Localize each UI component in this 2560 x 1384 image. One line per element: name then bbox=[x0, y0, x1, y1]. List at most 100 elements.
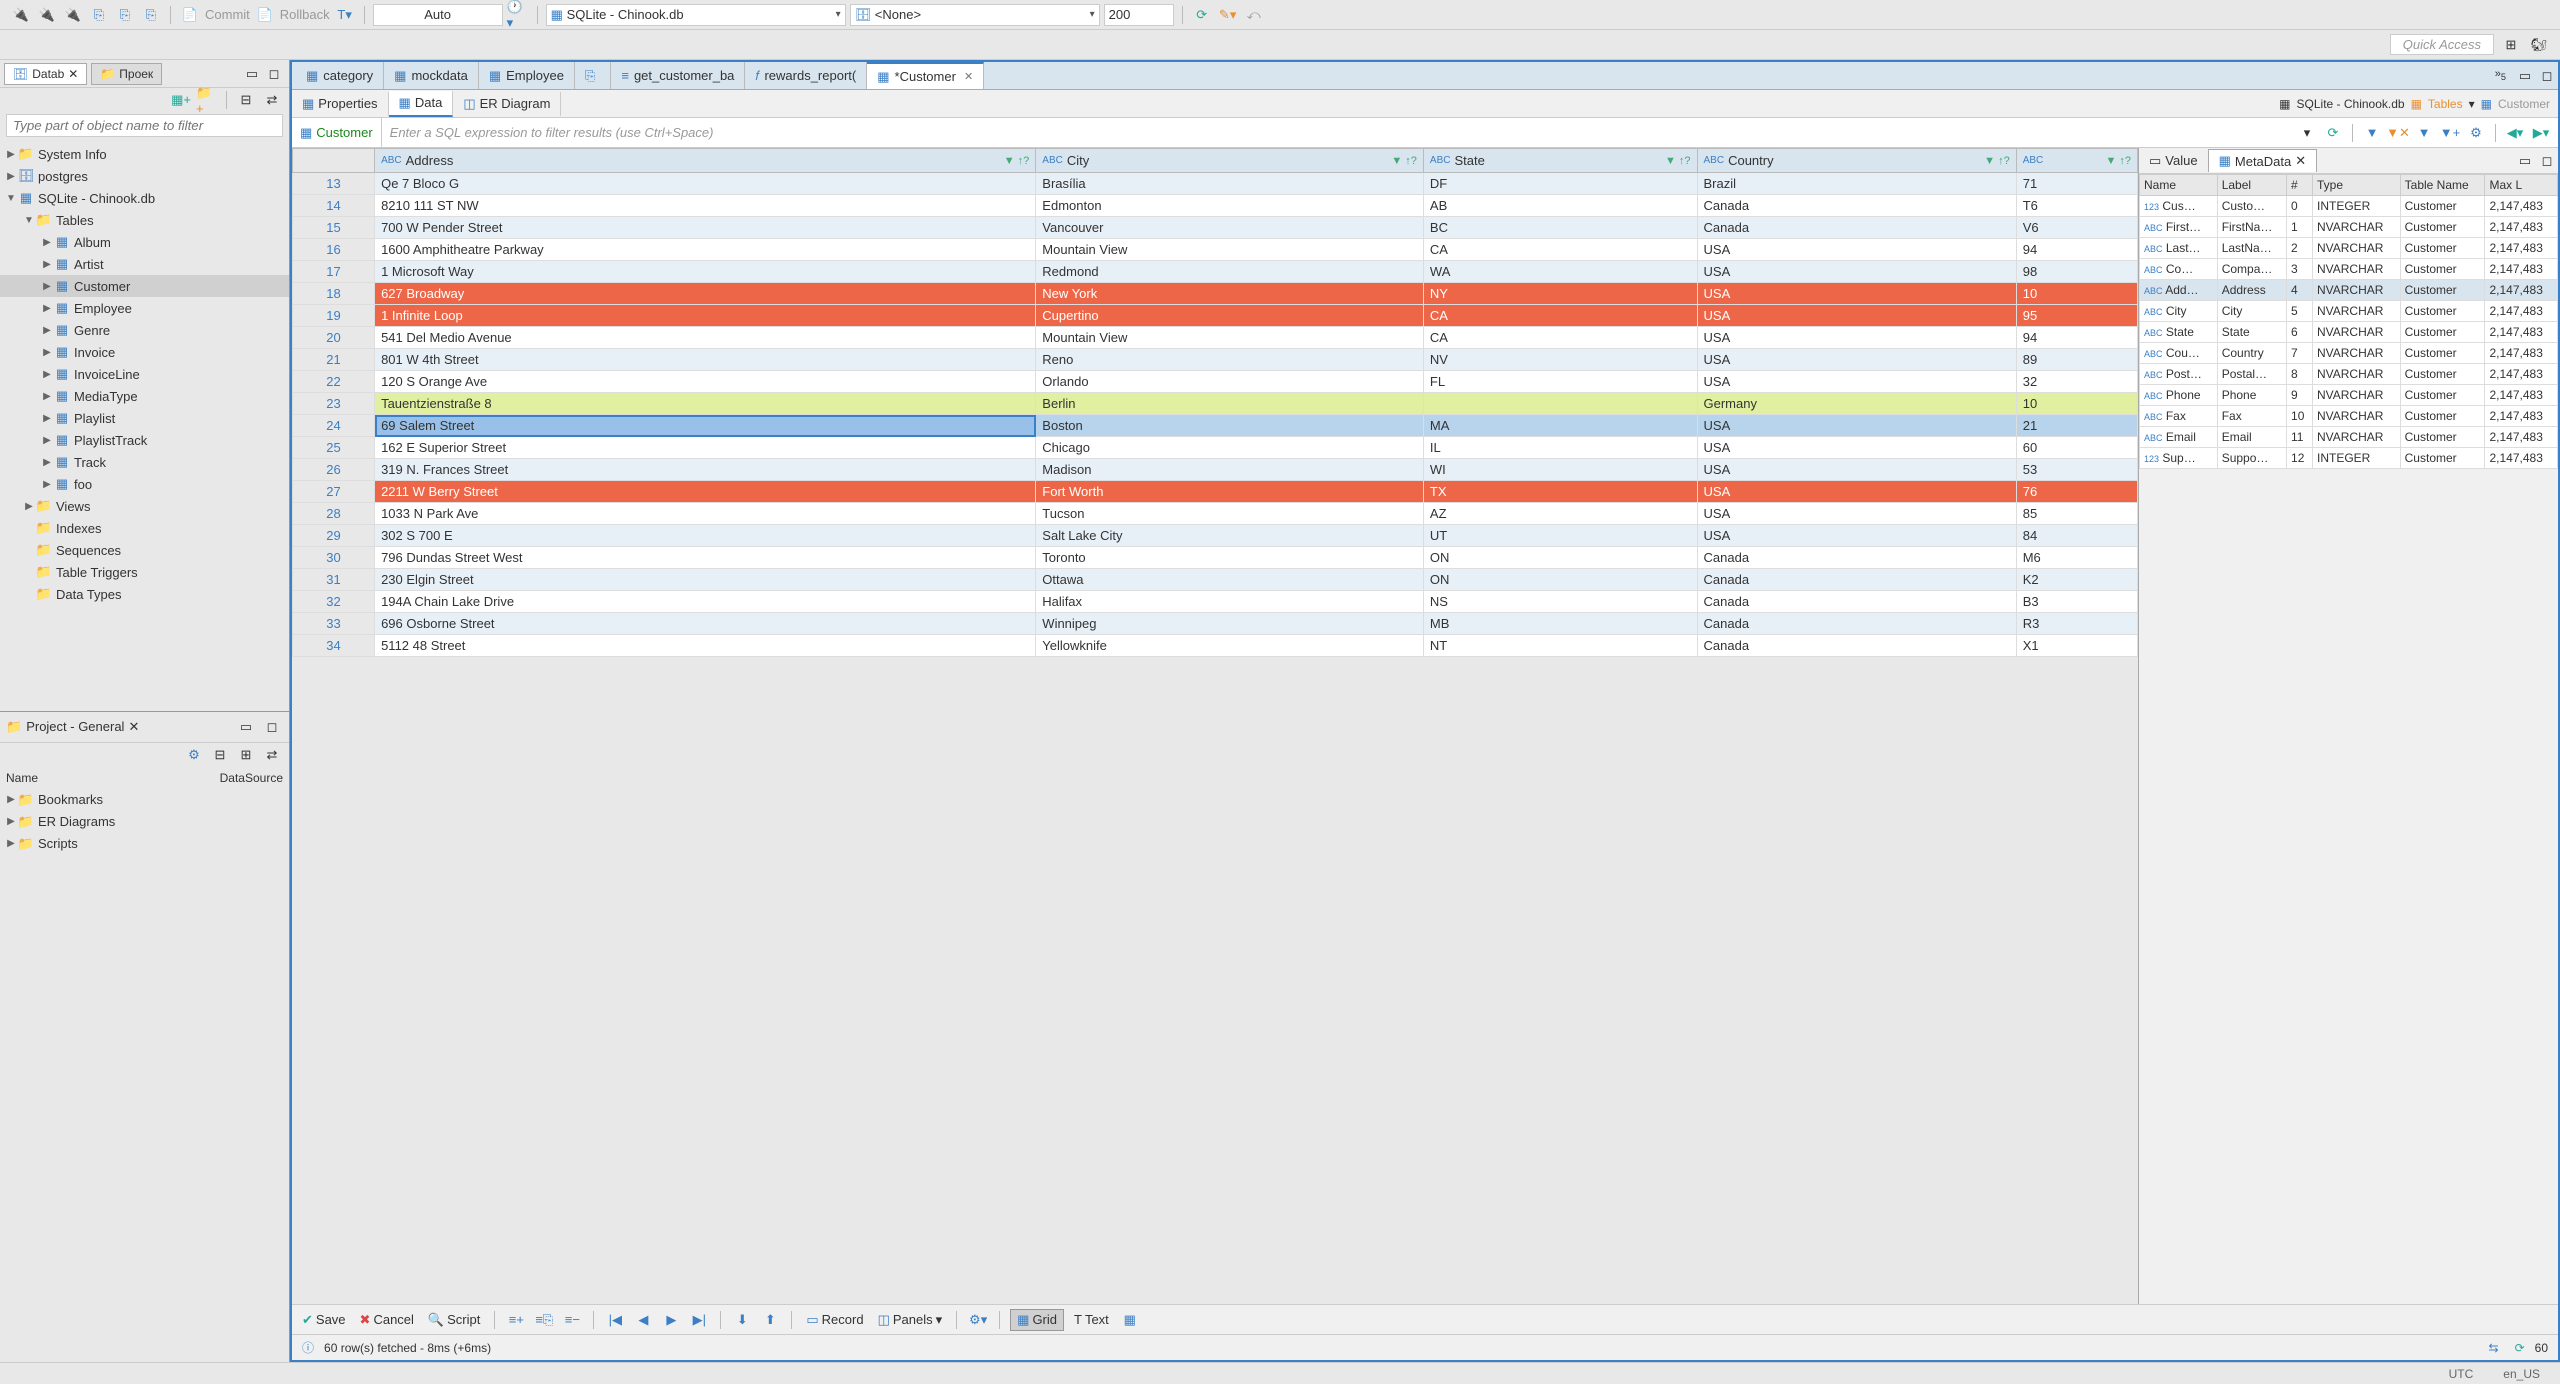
cell[interactable]: 71 bbox=[2016, 173, 2137, 195]
tree-item[interactable]: ▶🗄postgres bbox=[0, 165, 289, 187]
row-number[interactable]: 34 bbox=[293, 635, 375, 657]
maximize-icon[interactable]: ◻ bbox=[2536, 150, 2558, 172]
cell[interactable]: 98 bbox=[2016, 261, 2137, 283]
tx-mode-icon[interactable]: T▾ bbox=[334, 4, 356, 26]
meta-row[interactable]: ABC First…FirstNa…1NVARCHARCustomer2,147… bbox=[2140, 217, 2558, 238]
row-number[interactable]: 26 bbox=[293, 459, 375, 481]
cell[interactable]: Halifax bbox=[1036, 591, 1424, 613]
delete-row-icon[interactable]: ≡− bbox=[561, 1309, 583, 1331]
save-button[interactable]: ✔Save bbox=[298, 1310, 350, 1330]
close-icon[interactable]: ✕ bbox=[964, 70, 973, 83]
datasource-combo[interactable]: ▦ SQLite - Chinook.db ▾ bbox=[546, 4, 846, 26]
table-row[interactable]: 25162 E Superior StreetChicagoILUSA60 bbox=[293, 437, 2138, 459]
cell[interactable]: FL bbox=[1423, 371, 1697, 393]
project-item[interactable]: ▶📁Scripts bbox=[0, 833, 289, 855]
cell[interactable]: V6 bbox=[2016, 217, 2137, 239]
meta-row[interactable]: 123 Cus…Custo…0INTEGERCustomer2,147,483 bbox=[2140, 196, 2558, 217]
filter-apply-icon[interactable]: ▼ bbox=[2361, 122, 2383, 144]
table-row[interactable]: 18627 BroadwayNew YorkNYUSA10 bbox=[293, 283, 2138, 305]
cell[interactable]: 94 bbox=[2016, 239, 2137, 261]
filter-sort-icon[interactable]: ▼ ↑? bbox=[1665, 155, 1691, 167]
cell[interactable]: USA bbox=[1697, 239, 2016, 261]
cell[interactable]: 89 bbox=[2016, 349, 2137, 371]
cell[interactable]: Canada bbox=[1697, 591, 2016, 613]
filter-history-icon[interactable]: ▼ bbox=[2413, 122, 2435, 144]
stop-icon[interactable]: ✎▾ bbox=[1217, 4, 1239, 26]
limit-combo[interactable]: 200 bbox=[1104, 4, 1174, 26]
cell[interactable]: R3 bbox=[2016, 613, 2137, 635]
cell[interactable]: M6 bbox=[2016, 547, 2137, 569]
meta-row[interactable]: ABC EmailEmail11NVARCHARCustomer2,147,48… bbox=[2140, 427, 2558, 448]
cell[interactable]: NS bbox=[1423, 591, 1697, 613]
project-item[interactable]: ▶📁Bookmarks bbox=[0, 789, 289, 811]
row-number[interactable]: 24 bbox=[293, 415, 375, 437]
cell[interactable]: WI bbox=[1423, 459, 1697, 481]
filter-hint[interactable]: Enter a SQL expression to filter results… bbox=[382, 125, 2296, 140]
cell[interactable]: Madison bbox=[1036, 459, 1424, 481]
cell[interactable]: Toronto bbox=[1036, 547, 1424, 569]
add-row-icon[interactable]: ≡+ bbox=[505, 1309, 527, 1331]
navigator-filter-input[interactable] bbox=[6, 114, 283, 137]
next-icon[interactable]: ▶ bbox=[660, 1309, 682, 1331]
table-row[interactable]: 2469 Salem StreetBostonMAUSA21 bbox=[293, 415, 2138, 437]
project-item[interactable]: ▶📁ER Diagrams bbox=[0, 811, 289, 833]
row-number-header[interactable] bbox=[293, 149, 375, 173]
cell[interactable]: MB bbox=[1423, 613, 1697, 635]
cell[interactable]: WA bbox=[1423, 261, 1697, 283]
row-number[interactable]: 15 bbox=[293, 217, 375, 239]
plug-add-icon[interactable]: 🔌 bbox=[36, 4, 58, 26]
new-connection-icon[interactable]: ▦+ bbox=[170, 89, 192, 111]
cell[interactable]: ON bbox=[1423, 547, 1697, 569]
tree-item[interactable]: ▶📁Views bbox=[0, 495, 289, 517]
cell[interactable]: Germany bbox=[1697, 393, 2016, 415]
cell[interactable]: 194A Chain Lake Drive bbox=[375, 591, 1036, 613]
nav-fwd-icon[interactable]: ▶▾ bbox=[2530, 122, 2552, 144]
column-header[interactable]: ABCCountry▼ ↑? bbox=[1697, 149, 2016, 173]
cell[interactable]: Yellowknife bbox=[1036, 635, 1424, 657]
cell[interactable]: USA bbox=[1697, 261, 2016, 283]
cell[interactable]: Canada bbox=[1697, 217, 2016, 239]
er-diagram-tab[interactable]: ◫ ER Diagram bbox=[453, 92, 561, 116]
cell[interactable]: USA bbox=[1697, 525, 2016, 547]
table-row[interactable]: 171 Microsoft WayRedmondWAUSA98 bbox=[293, 261, 2138, 283]
maximize-icon[interactable]: ◻ bbox=[261, 716, 283, 738]
tree-item[interactable]: ▶▦Album bbox=[0, 231, 289, 253]
meta-row[interactable]: ABC StateState6NVARCHARCustomer2,147,483 bbox=[2140, 322, 2558, 343]
database-nav-tab[interactable]: 🗄 Datab ✕ bbox=[4, 63, 87, 85]
calc-icon[interactable]: ▦ bbox=[1119, 1309, 1141, 1331]
table-row[interactable]: 281033 N Park AveTucsonAZUSA85 bbox=[293, 503, 2138, 525]
cell[interactable]: USA bbox=[1697, 305, 2016, 327]
export-icon[interactable]: ⬇ bbox=[731, 1309, 753, 1331]
cell[interactable]: Brasília bbox=[1036, 173, 1424, 195]
cell[interactable]: Canada bbox=[1697, 635, 2016, 657]
editor-tab[interactable]: 𝑓rewards_report( bbox=[745, 62, 867, 89]
cell[interactable]: Winnipeg bbox=[1036, 613, 1424, 635]
row-number[interactable]: 19 bbox=[293, 305, 375, 327]
settings-icon[interactable]: ⚙ bbox=[183, 744, 205, 766]
cell[interactable]: 95 bbox=[2016, 305, 2137, 327]
column-header[interactable]: ABCCity▼ ↑? bbox=[1036, 149, 1424, 173]
cell[interactable]: UT bbox=[1423, 525, 1697, 547]
cell[interactable]: 541 Del Medio Avenue bbox=[375, 327, 1036, 349]
meta-column-header[interactable]: Type bbox=[2312, 175, 2400, 196]
editor-tab[interactable]: ▦Employee bbox=[479, 62, 575, 89]
tree-item[interactable]: ▶▦PlaylistTrack bbox=[0, 429, 289, 451]
cell[interactable]: Orlando bbox=[1036, 371, 1424, 393]
maximize-icon[interactable]: ◻ bbox=[263, 63, 285, 85]
data-grid-container[interactable]: ABCAddress▼ ↑?ABCCity▼ ↑?ABCState▼ ↑?ABC… bbox=[292, 148, 2138, 1304]
tree-item[interactable]: 📁Sequences bbox=[0, 539, 289, 561]
editor-tab[interactable]: ▦*Customer✕ bbox=[867, 62, 984, 89]
table-row[interactable]: 191 Infinite LoopCupertinoCAUSA95 bbox=[293, 305, 2138, 327]
meta-row[interactable]: ABC FaxFax10NVARCHARCustomer2,147,483 bbox=[2140, 406, 2558, 427]
first-icon[interactable]: |◀ bbox=[604, 1309, 626, 1331]
table-row[interactable]: 29302 S 700 ESalt Lake CityUTUSA84 bbox=[293, 525, 2138, 547]
cell[interactable]: Berlin bbox=[1036, 393, 1424, 415]
sql-save-icon[interactable]: ⎘ bbox=[140, 4, 162, 26]
cell[interactable]: CA bbox=[1423, 239, 1697, 261]
cell[interactable]: Salt Lake City bbox=[1036, 525, 1424, 547]
cell[interactable]: 10 bbox=[2016, 393, 2137, 415]
value-tab[interactable]: ▭ Value bbox=[2139, 150, 2208, 172]
prev-icon[interactable]: ◀ bbox=[632, 1309, 654, 1331]
tree-item[interactable]: ▶▦Playlist bbox=[0, 407, 289, 429]
table-row[interactable]: 272211 W Berry StreetFort WorthTXUSA76 bbox=[293, 481, 2138, 503]
